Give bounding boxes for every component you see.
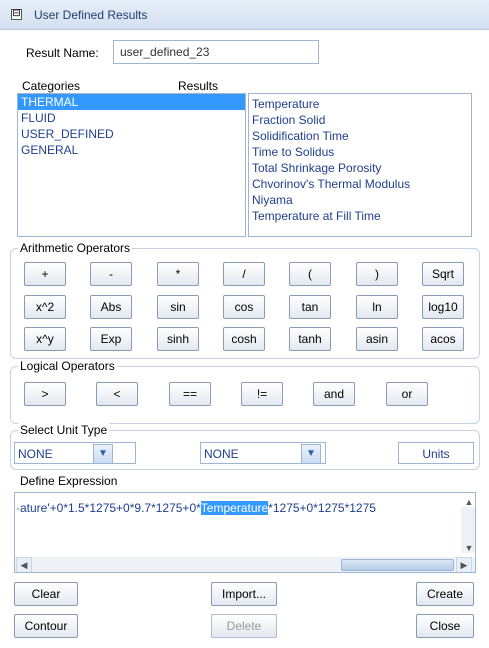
- op-equal-button[interactable]: ==: [169, 382, 211, 406]
- scroll-down-icon[interactable]: ▼: [461, 541, 475, 557]
- op-not-equal-button[interactable]: !=: [241, 382, 283, 406]
- unit-type-select-value: NONE: [18, 447, 53, 461]
- op-exp-button[interactable]: Exp: [90, 327, 132, 351]
- op-sinh-button[interactable]: sinh: [157, 327, 199, 351]
- op-cosh-button[interactable]: cosh: [223, 327, 265, 351]
- result-item[interactable]: Niyama: [249, 192, 471, 208]
- results-list[interactable]: Temperature Fraction Solid Solidificatio…: [248, 93, 472, 237]
- import-button[interactable]: Import...: [211, 582, 277, 606]
- op-minus-button[interactable]: -: [90, 262, 132, 286]
- op-cos-button[interactable]: cos: [223, 295, 265, 319]
- units-field: Units: [398, 442, 474, 464]
- op-close-paren-button[interactable]: ): [356, 262, 398, 286]
- result-item[interactable]: Temperature: [249, 96, 471, 112]
- expression-before: ·ature'+0*1.5*1275+0*9.7*1275+0*: [16, 501, 201, 515]
- result-item[interactable]: Total Shrinkage Porosity: [249, 160, 471, 176]
- op-and-button[interactable]: and: [313, 382, 355, 406]
- expression-selection: Temperature: [200, 501, 269, 515]
- op-plus-button[interactable]: +: [24, 262, 66, 286]
- op-asin-button[interactable]: asin: [356, 327, 398, 351]
- expression-text: ·ature'+0*1.5*1275+0*9.7*1275+0*Temperat…: [16, 501, 376, 515]
- op-power-button[interactable]: x^y: [24, 327, 66, 351]
- op-tan-button[interactable]: tan: [289, 295, 331, 319]
- category-item-thermal[interactable]: THERMAL: [18, 94, 245, 110]
- categories-list[interactable]: THERMAL FLUID USER_DEFINED GENERAL: [17, 93, 246, 237]
- panel-header: ⊟ User Defined Results: [0, 0, 489, 30]
- category-item-fluid[interactable]: FLUID: [18, 110, 245, 126]
- categories-header: Categories: [22, 79, 81, 93]
- scroll-right-icon[interactable]: ▶: [456, 557, 472, 572]
- define-expression-title: Define Expression: [18, 474, 120, 488]
- op-multiply-button[interactable]: *: [157, 262, 199, 286]
- chevron-down-icon[interactable]: ▼: [301, 444, 321, 464]
- create-button[interactable]: Create: [416, 582, 474, 606]
- panel-title: User Defined Results: [34, 8, 148, 22]
- op-abs-button[interactable]: Abs: [90, 295, 132, 319]
- unit-select[interactable]: NONE ▼: [200, 442, 326, 464]
- arithmetic-operators-title: Arithmetic Operators: [18, 241, 133, 255]
- op-less-than-button[interactable]: <: [96, 382, 138, 406]
- category-item-general[interactable]: GENERAL: [18, 142, 245, 158]
- op-tanh-button[interactable]: tanh: [289, 327, 331, 351]
- chevron-down-icon[interactable]: ▼: [93, 444, 113, 464]
- result-item[interactable]: Time to Solidus: [249, 144, 471, 160]
- expression-after: *1275+0*1275*1275: [268, 501, 376, 515]
- op-greater-than-button[interactable]: >: [24, 382, 66, 406]
- logical-operators-title: Logical Operators: [18, 359, 117, 373]
- collapse-icon[interactable]: ⊟: [11, 9, 22, 20]
- close-button[interactable]: Close: [416, 614, 474, 638]
- unit-select-value: NONE: [204, 447, 239, 461]
- unit-type-select[interactable]: NONE ▼: [14, 442, 136, 464]
- result-item[interactable]: Solidification Time: [249, 128, 471, 144]
- result-name-input[interactable]: [113, 40, 319, 64]
- op-or-button[interactable]: or: [386, 382, 428, 406]
- clear-button[interactable]: Clear: [14, 582, 78, 606]
- result-name-label: Result Name:: [26, 46, 99, 60]
- category-item-user-defined[interactable]: USER_DEFINED: [18, 126, 245, 142]
- op-open-paren-button[interactable]: (: [289, 262, 331, 286]
- results-header: Results: [178, 79, 219, 93]
- units-label: Units: [422, 447, 450, 461]
- op-sin-button[interactable]: sin: [157, 295, 199, 319]
- op-ln-button[interactable]: ln: [356, 295, 398, 319]
- delete-button[interactable]: Delete: [211, 614, 277, 638]
- horizontal-scroll-thumb[interactable]: [341, 559, 454, 571]
- result-item[interactable]: Chvorinov's Thermal Modulus: [249, 176, 471, 192]
- contour-button[interactable]: Contour: [14, 614, 78, 638]
- op-sqrt-button[interactable]: Sqrt: [422, 262, 464, 286]
- result-item[interactable]: Fraction Solid: [249, 112, 471, 128]
- scroll-left-icon[interactable]: ◀: [16, 557, 32, 572]
- op-log10-button[interactable]: log10: [422, 295, 464, 319]
- result-item[interactable]: Temperature at Fill Time: [249, 208, 471, 224]
- unit-type-title: Select Unit Type: [18, 423, 110, 437]
- op-acos-button[interactable]: acos: [422, 327, 464, 351]
- expression-textarea[interactable]: ·ature'+0*1.5*1275+0*9.7*1275+0*Temperat…: [14, 492, 476, 573]
- op-divide-button[interactable]: /: [223, 262, 265, 286]
- op-square-button[interactable]: x^2: [24, 295, 66, 319]
